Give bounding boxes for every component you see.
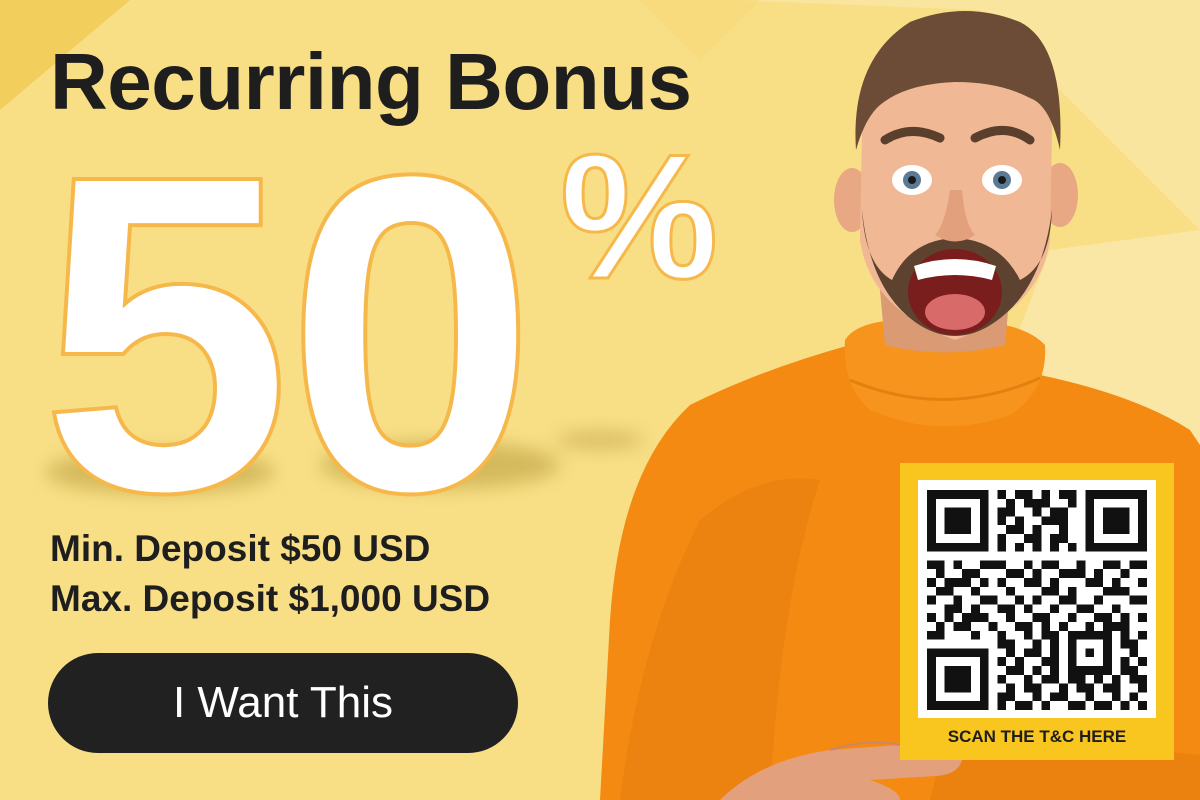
- promo-banner: Recurring Bonus 50 % Min. Deposit $50 US…: [0, 0, 1200, 800]
- qr-code-icon[interactable]: [927, 490, 1147, 710]
- qr-code-panel: SCAN THE T&C HERE: [900, 463, 1174, 760]
- qr-caption: SCAN THE T&C HERE: [947, 727, 1127, 746]
